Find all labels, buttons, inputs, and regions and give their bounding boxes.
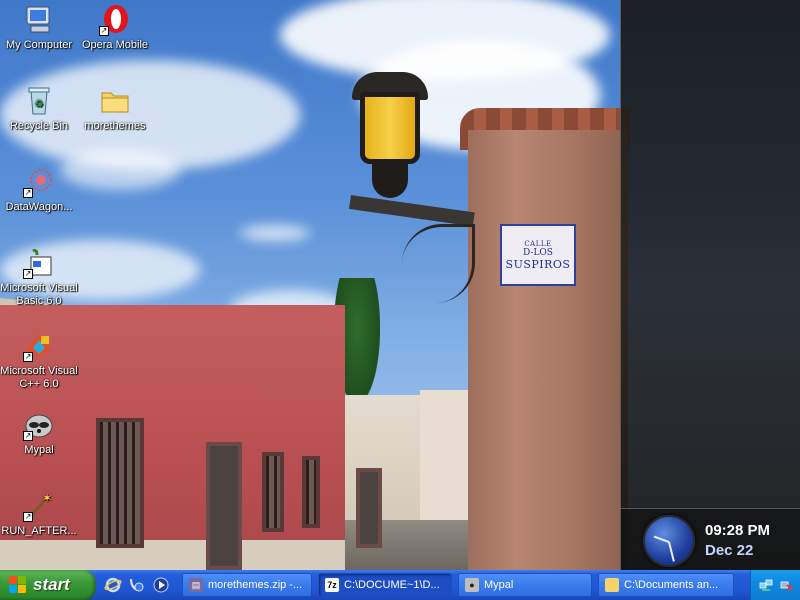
taskbar-button-mypal[interactable]: ● Mypal [458, 573, 592, 597]
lamp-bracket [349, 195, 475, 227]
visual-basic-icon: ↗ [23, 247, 55, 279]
clock-date: Dec 22 [705, 542, 754, 559]
street-sign: CALLE D-LOS SUSPIROS [500, 224, 576, 286]
street-sign-line: SUSPIROS [505, 257, 571, 271]
icon-label: RUN_AFTER... [1, 525, 77, 537]
taskbar-button-label: Mypal [484, 579, 514, 591]
media-player-icon[interactable] [151, 575, 171, 595]
door [206, 442, 242, 570]
shortcut-arrow-icon: ↗ [23, 352, 33, 362]
sidebar: 09:28 PM Dec 22 [620, 0, 800, 571]
icon-label: Mypal [24, 444, 54, 456]
clock-minute-hand [668, 541, 675, 562]
cloud [240, 225, 310, 241]
shortcut-arrow-icon: ↗ [23, 431, 33, 441]
system-tray [750, 570, 800, 600]
taskbar: start ▤ morethemes.zip -... 7z C:\DOCUME… [0, 570, 800, 600]
barred-window [262, 452, 284, 532]
taskbar-button-7zip[interactable]: 7z C:\DOCUME~1\D... [318, 573, 452, 597]
desktop-icon-mypal[interactable]: ↗ Mypal [0, 409, 78, 457]
door [356, 468, 382, 548]
icon-label: My Computer [5, 39, 73, 51]
mypal-raccoon-icon: ↗ [23, 409, 55, 441]
desktop-icon-opera-mobile[interactable]: ↗ Opera Mobile [76, 4, 154, 52]
shortcut-arrow-icon: ↗ [99, 26, 109, 36]
mypal-raccoon-icon: ● [465, 578, 479, 592]
folder-icon [605, 578, 619, 592]
icon-label: Microsoft Visual C++ 6.0 [0, 365, 78, 390]
windows-logo-icon [9, 576, 27, 594]
red-house-base [0, 540, 345, 570]
street-sign-line: D-LOS [523, 247, 553, 258]
desktop-icon-recycle-bin[interactable]: ♻ Recycle Bin [0, 85, 78, 133]
taskbar-button-morethemes-zip[interactable]: ▤ morethemes.zip -... [182, 573, 312, 597]
svg-text:✶: ✶ [42, 491, 52, 505]
street-sign-line: CALLE [524, 239, 552, 248]
taskbar-button-label: C:\DOCUME~1\D... [344, 579, 440, 591]
safely-remove-hardware-icon[interactable] [779, 578, 793, 592]
taskbar-button-label: C:\Documents an... [624, 579, 719, 591]
my-computer-icon [23, 4, 55, 36]
street-lamp [360, 92, 420, 164]
icon-label: morethemes [84, 120, 146, 132]
magic-wand-icon: ✶ ↗ [23, 490, 55, 522]
clock-time: 09:28 PM [705, 522, 771, 539]
shortcut-arrow-icon: ↗ [23, 512, 33, 522]
icon-label: DataWagon... [5, 201, 73, 213]
show-desktop-icon[interactable] [127, 575, 147, 595]
folder-icon [99, 85, 131, 117]
icon-label: Recycle Bin [9, 120, 69, 132]
desktop-icon-datawagon[interactable]: ↗ DataWagon... [0, 166, 78, 214]
start-button[interactable]: start [0, 570, 96, 600]
icon-label: Microsoft Visual Basic 6.0 [0, 282, 78, 307]
clock-face-icon [643, 515, 695, 567]
datawagon-icon: ↗ [23, 166, 55, 198]
svg-text:♻: ♻ [35, 99, 44, 110]
shortcut-arrow-icon: ↗ [23, 188, 33, 198]
icon-label: Opera Mobile [81, 39, 149, 51]
internet-explorer-icon[interactable] [103, 575, 123, 595]
cloud [60, 150, 180, 190]
desktop-icon-visual-basic[interactable]: ↗ Microsoft Visual Basic 6.0 [0, 247, 78, 308]
clock-gadget[interactable]: 09:28 PM Dec 22 [621, 508, 800, 571]
taskbar-button-documents[interactable]: C:\Documents an... [598, 573, 734, 597]
visual-cpp-icon: ↗ [23, 330, 55, 362]
desktop-icon-run-after[interactable]: ✶ ↗ RUN_AFTER... [0, 490, 78, 538]
recycle-bin-icon: ♻ [23, 85, 55, 117]
lamp-base [372, 162, 408, 198]
quick-launch [103, 575, 171, 595]
shortcut-arrow-icon: ↗ [23, 269, 33, 279]
barred-window [96, 418, 144, 548]
winrar-icon: ▤ [189, 578, 203, 592]
taskbar-button-label: morethemes.zip -... [208, 579, 303, 591]
opera-icon: ↗ [99, 4, 131, 36]
desktop-icon-morethemes[interactable]: morethemes [76, 85, 154, 133]
desktop-icon-my-computer[interactable]: My Computer [0, 4, 78, 52]
desktop-icon-visual-cpp[interactable]: ↗ Microsoft Visual C++ 6.0 [0, 330, 78, 391]
7zip-icon: 7z [325, 578, 339, 592]
cobblestone-street [330, 520, 490, 570]
start-label: start [33, 575, 70, 594]
barred-window [302, 456, 320, 528]
network-icon[interactable] [759, 578, 773, 592]
lamp-hook [402, 224, 475, 303]
stone-tower [468, 130, 628, 570]
